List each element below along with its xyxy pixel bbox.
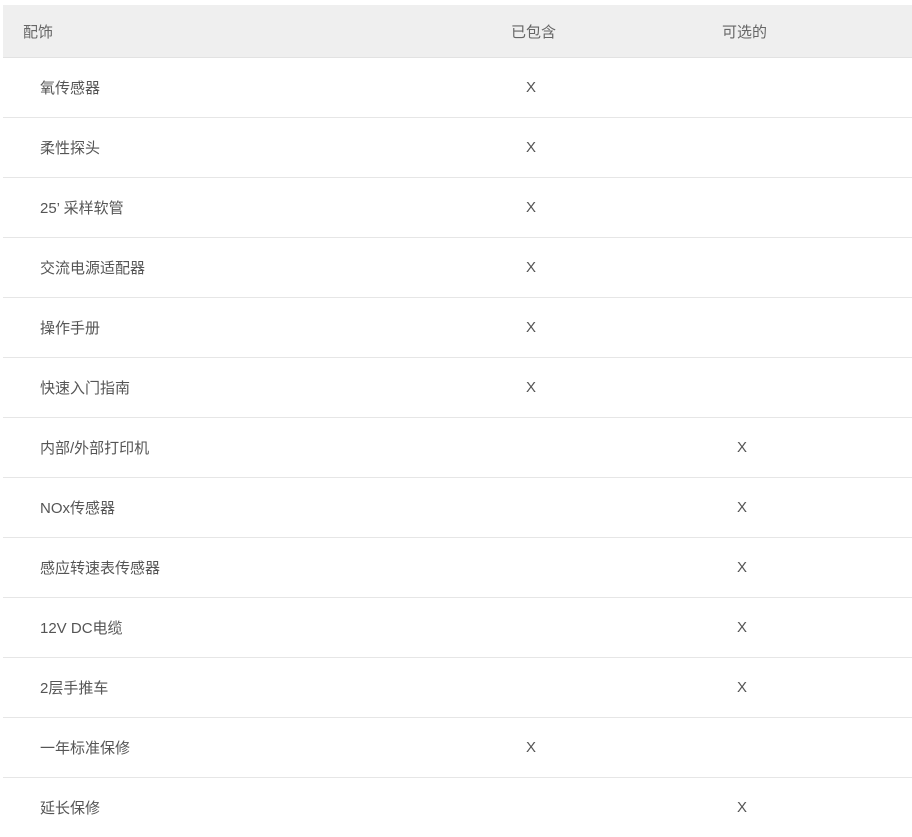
- row-name: 感应转速表传感器: [40, 560, 161, 577]
- row-included-mark: X: [525, 79, 536, 96]
- row-name: 内部/外部打印机: [40, 440, 150, 457]
- row-included-mark: X: [525, 739, 536, 756]
- header-included: 已包含: [510, 23, 556, 41]
- row-optional-mark: X: [736, 799, 747, 816]
- accessories-table: 配饰 已包含 可选的 氧传感器 X 柔性探头 X 25’ 采样软管 X 交流电源…: [3, 5, 912, 837]
- table-row: 操作手册 X: [3, 298, 912, 358]
- table-row: 一年标准保修 X: [3, 718, 912, 778]
- table-row: 氧传感器 X: [3, 58, 912, 118]
- table-header: 配饰 已包含 可选的: [3, 5, 912, 58]
- table-row: 2层手推车 X: [3, 658, 912, 718]
- table-row: 25’ 采样软管 X: [3, 178, 912, 238]
- row-included-mark: X: [525, 139, 536, 156]
- row-included-mark: X: [525, 259, 536, 276]
- row-name: 延长保修: [40, 800, 101, 817]
- row-name: 柔性探头: [40, 140, 101, 157]
- row-name: 12V DC电缆: [40, 620, 123, 637]
- row-optional-mark: X: [736, 679, 747, 696]
- row-included-mark: X: [525, 379, 536, 396]
- row-name: 交流电源适配器: [40, 260, 146, 277]
- table-row: 延长保修 X: [3, 778, 912, 837]
- row-name: 快速入门指南: [40, 380, 131, 397]
- table-row: 交流电源适配器 X: [3, 238, 912, 298]
- row-name: 操作手册: [40, 320, 101, 337]
- row-name: 一年标准保修: [40, 740, 131, 757]
- row-optional-mark: X: [736, 619, 747, 636]
- header-optional: 可选的: [721, 23, 767, 41]
- row-included-mark: X: [525, 199, 536, 216]
- row-optional-mark: X: [736, 499, 747, 516]
- table-row: 柔性探头 X: [3, 118, 912, 178]
- table-row: 快速入门指南 X: [3, 358, 912, 418]
- row-included-mark: X: [525, 319, 536, 336]
- table-row: NOx传感器 X: [3, 478, 912, 538]
- row-name: 氧传感器: [40, 80, 101, 97]
- row-optional-mark: X: [736, 439, 747, 456]
- row-name: 25’ 采样软管: [40, 200, 124, 217]
- row-name: 2层手推车: [40, 680, 109, 697]
- table-row: 12V DC电缆 X: [3, 598, 912, 658]
- table-row: 感应转速表传感器 X: [3, 538, 912, 598]
- header-accessory: 配饰: [23, 23, 54, 41]
- row-optional-mark: X: [736, 559, 747, 576]
- row-name: NOx传感器: [40, 500, 116, 517]
- table-row: 内部/外部打印机 X: [3, 418, 912, 478]
